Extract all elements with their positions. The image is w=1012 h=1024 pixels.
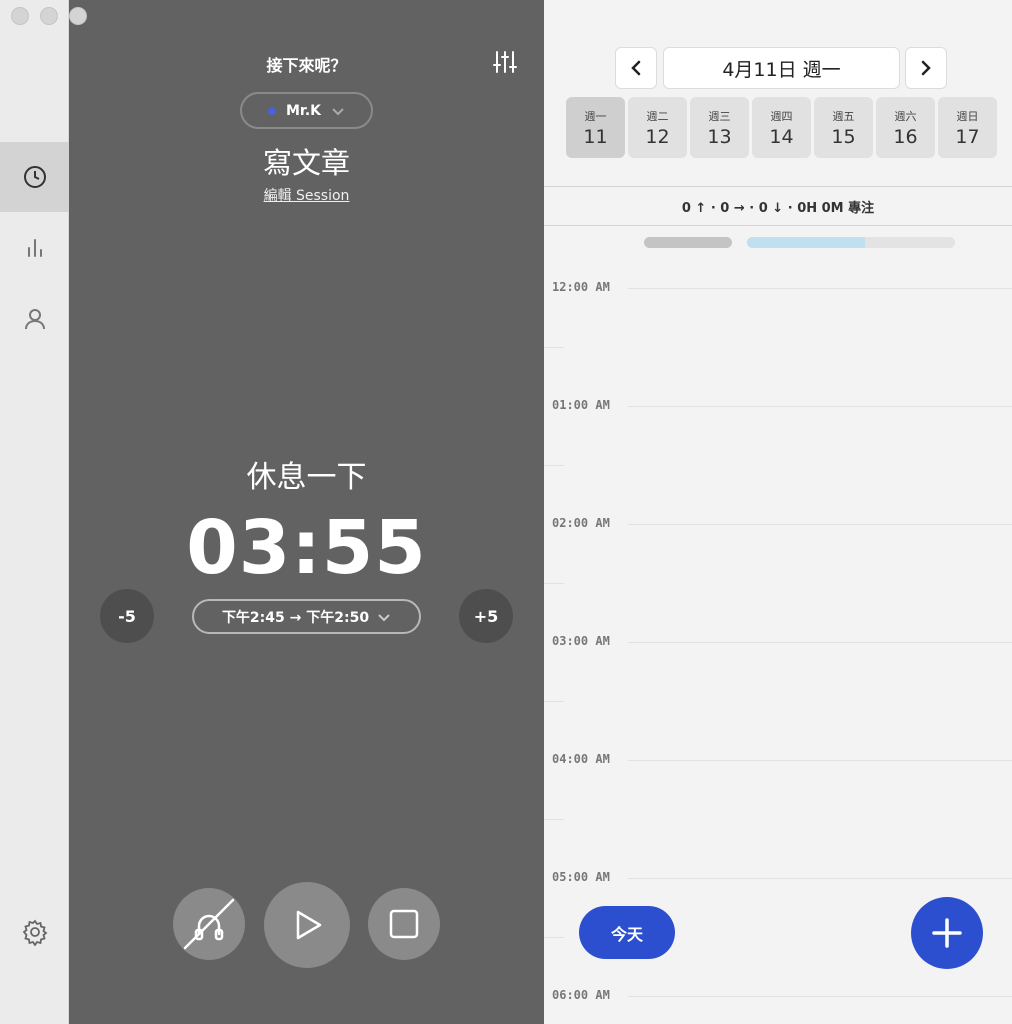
day-tile[interactable]: 週日 17 [938,97,997,158]
day-weekday: 週三 [708,110,731,123]
hour-label: 03:00 AM [552,634,610,648]
hour-label: 04:00 AM [552,752,610,766]
timer-mode-label: 休息一下 [246,460,367,495]
minus-five-button[interactable]: -5 [100,589,154,643]
day-weekday: 週四 [770,110,793,123]
day-number: 16 [893,126,918,148]
progress-segment-done [644,237,732,248]
hour-row: 01:00 AM [544,398,1012,412]
plus-five-label: +5 [473,606,499,626]
clock-icon [23,166,46,188]
day-tile[interactable]: 週一 11 [566,97,625,158]
hour-row: 12:00 AM [544,280,1012,294]
calendar-panel: 4月11日 週一 週一 11 週二 12 週三 13 週四 14 週五 15 週… [544,0,1012,1024]
day-tile[interactable]: 週二 12 [628,97,687,158]
chevron-left-icon [631,60,641,76]
progress-segment-current [747,237,865,248]
day-weekday: 週六 [894,110,917,123]
zoom-window-button[interactable] [69,7,87,25]
window-controls [11,7,87,25]
hour-label: 12:00 AM [552,280,610,294]
half-hour-tick [544,701,564,702]
half-hour-tick [544,819,564,820]
hour-label: 02:00 AM [552,516,610,530]
daily-summary: 0 ↑ · 0 → · 0 ↓ · 0H 0M 專注 [544,186,1012,226]
gear-icon [22,919,47,946]
sound-toggle-button[interactable] [173,888,245,960]
sidebar-item-stats[interactable] [0,213,69,283]
person-icon [24,309,45,330]
hour-label: 06:00 AM [552,988,610,1002]
task-title: 寫文章 [262,146,350,180]
chevron-down-icon [332,107,344,115]
day-number: 13 [707,126,732,148]
close-window-button[interactable] [11,7,29,25]
profile-selector[interactable]: Mr.K [240,92,373,129]
hour-label: 01:00 AM [552,398,610,412]
bar-chart-icon [27,239,42,257]
daily-summary-text: 0 ↑ · 0 → · 0 ↓ · 0H 0M 專注 [681,200,875,216]
day-number: 11 [583,126,608,148]
half-hour-tick [544,937,564,938]
hour-row: 02:00 AM [544,516,1012,530]
day-number: 12 [645,126,670,148]
sidebar [0,0,69,1024]
day-weekday: 週日 [956,110,979,123]
timer-panel: 接下來呢？ Mr.K 寫文章 編輯 Session 休息一下 03:55 -5 … [69,0,544,1024]
sliders-icon[interactable] [492,49,518,75]
day-number: 17 [955,126,980,148]
hour-row: 04:00 AM [544,752,1012,766]
half-hour-tick [544,465,564,466]
hour-row: 03:00 AM [544,634,1012,648]
profile-name: Mr.K [285,102,321,119]
sidebar-item-timer[interactable] [0,142,69,212]
day-number: 14 [769,126,794,148]
plus-icon [932,918,962,948]
profile-color-dot [267,106,276,115]
chevron-right-icon [921,60,931,76]
time-range-text: 下午2:45 → 下午2:50 [221,609,370,626]
today-button[interactable]: 今天 [579,906,675,959]
time-range-selector[interactable]: 下午2:45 → 下午2:50 [192,599,421,634]
countdown-display: 03:55 [186,505,427,591]
sidebar-item-settings[interactable] [0,897,69,967]
add-session-button[interactable] [911,897,983,969]
today-label: 今天 [610,924,643,944]
half-hour-tick [544,583,564,584]
day-tile[interactable]: 週四 14 [752,97,811,158]
next-day-button[interactable] [905,47,947,89]
hour-row: 06:00 AM [544,988,1012,1002]
minimize-window-button[interactable] [40,7,58,25]
day-tile[interactable]: 週六 16 [876,97,935,158]
day-tile[interactable]: 週五 15 [814,97,873,158]
play-icon [296,910,322,940]
day-weekday: 週二 [646,110,669,123]
chevron-down-icon [378,613,390,621]
play-button[interactable] [264,882,350,968]
hour-label: 05:00 AM [552,870,610,884]
previous-day-button[interactable] [615,47,657,89]
minus-five-label: -5 [118,606,136,626]
stop-icon [389,909,419,939]
sidebar-item-profile[interactable] [0,284,69,354]
day-number: 15 [831,126,856,148]
current-date-display[interactable]: 4月11日 週一 [663,47,900,89]
half-hour-tick [544,347,564,348]
plus-five-button[interactable]: +5 [459,589,513,643]
edit-session-link[interactable]: 編輯 Session [69,185,544,205]
day-weekday: 週五 [832,110,855,123]
hour-row: 05:00 AM [544,870,1012,884]
day-tile[interactable]: 週三 13 [690,97,749,158]
next-up-heading: 接下來呢？ [266,56,347,75]
headphones-off-icon [183,898,235,950]
day-weekday: 週一 [584,110,607,123]
stop-button[interactable] [368,888,440,960]
current-date-text: 4月11日 週一 [722,58,841,81]
